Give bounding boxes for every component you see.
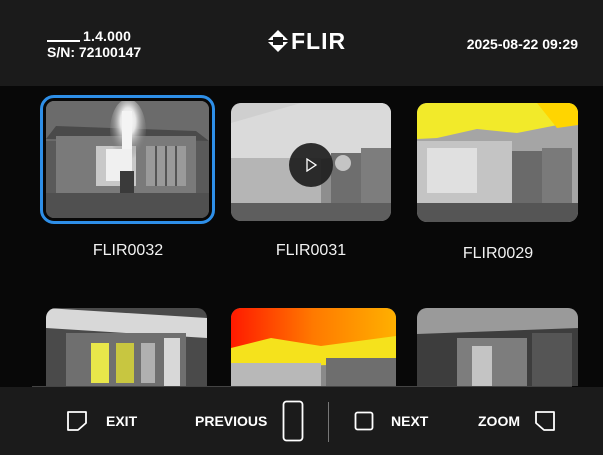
previous-button[interactable]: PREVIOUS <box>195 387 304 455</box>
zoom-button[interactable]: ZOOM <box>478 387 556 455</box>
serial-number: S/N: 72100147 <box>47 44 142 60</box>
thermal-image-building <box>46 308 207 386</box>
datetime: 2025-08-22 09:29 <box>466 36 578 52</box>
logo-text: FLIR <box>291 28 347 54</box>
thermal-image-yellow <box>417 103 578 222</box>
gallery-thumbnail-1[interactable] <box>40 95 215 224</box>
version-underline <box>47 40 80 42</box>
softkey-center-icon <box>282 400 304 442</box>
thumbnail-label-2: FLIR0031 <box>275 242 347 259</box>
play-icon <box>306 158 318 172</box>
flir-logo: FLIR <box>268 29 346 53</box>
device-info: 1.4.000 S/N: 72100147 <box>47 28 141 60</box>
firmware-version: 1.4.000 <box>83 28 132 44</box>
gallery-thumbnail-6[interactable] <box>417 308 578 386</box>
next-button[interactable]: NEXT <box>354 387 428 455</box>
previous-label: PREVIOUS <box>195 413 268 429</box>
status-bar: 1.4.000 S/N: 72100147 FLIR 2025-08-22 09… <box>0 0 603 86</box>
play-button[interactable] <box>289 143 333 187</box>
zoom-label: ZOOM <box>478 413 520 429</box>
exit-label: EXIT <box>106 413 138 429</box>
gallery-thumbnail-3[interactable] <box>417 103 578 222</box>
softkey-square-icon <box>354 411 374 431</box>
toolbar-divider <box>328 402 329 442</box>
thumbnail-label-1: FLIR0032 <box>92 242 164 259</box>
thermal-image-red <box>231 308 396 386</box>
gallery-thumbnail-5[interactable] <box>231 308 396 386</box>
gallery-thumbnail-2[interactable] <box>231 103 391 221</box>
flir-logo-icon <box>268 30 288 52</box>
thermal-image-fire <box>46 101 209 218</box>
exit-button[interactable]: EXIT <box>66 387 137 455</box>
softkey-right-icon <box>535 411 555 431</box>
bottom-toolbar: EXIT PREVIOUS NEXT ZOOM <box>0 387 603 455</box>
thumbnail-label-3: FLIR0029 <box>462 245 534 262</box>
next-label: NEXT <box>391 413 429 429</box>
softkey-left-icon <box>67 411 87 431</box>
thermal-image-dark <box>417 308 578 386</box>
gallery-thumbnail-4[interactable] <box>46 308 207 386</box>
gallery-grid: FLIR0032 FLIR0031 FLIR0029 <box>0 86 603 386</box>
